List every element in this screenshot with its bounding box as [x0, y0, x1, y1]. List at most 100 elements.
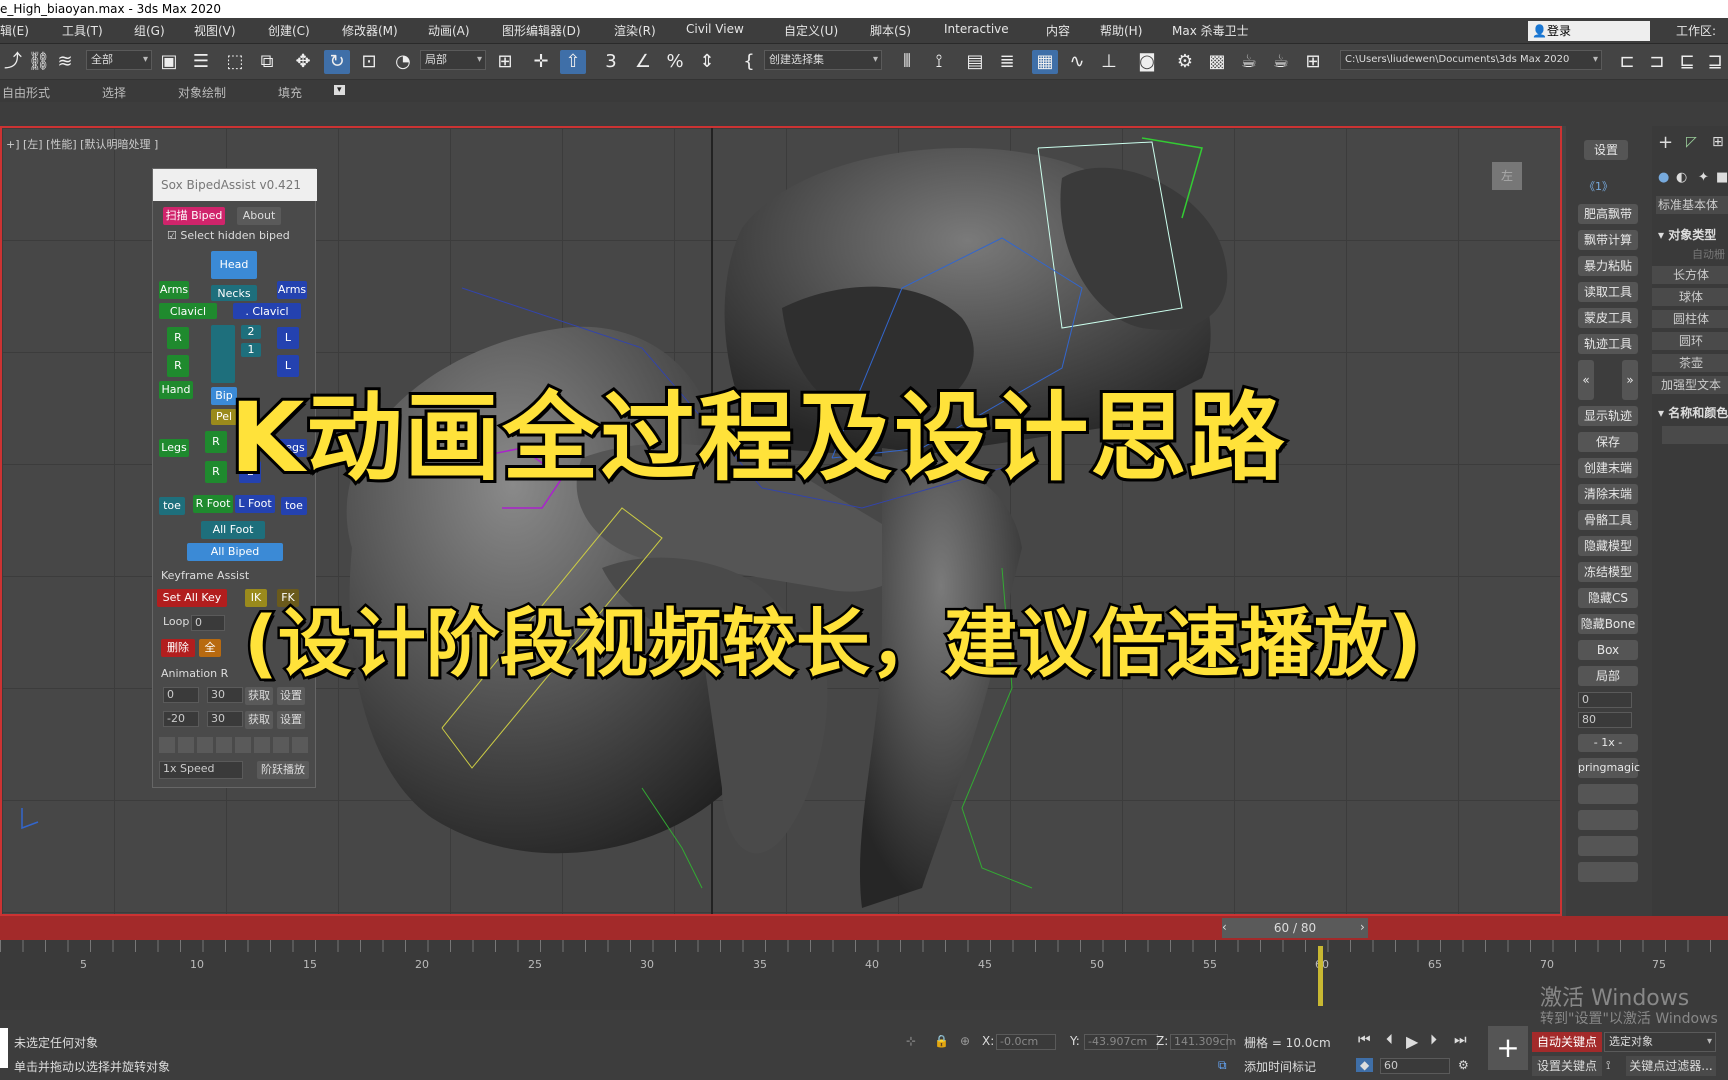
- toe-right-button[interactable]: toe: [159, 497, 185, 515]
- range-start-spinner[interactable]: 0: [163, 687, 199, 703]
- window-crossing-icon[interactable]: ⧉: [254, 50, 280, 74]
- spinner-snap-icon[interactable]: ⇕: [694, 50, 720, 74]
- empty-button-3[interactable]: [1578, 836, 1638, 856]
- auto-key-button[interactable]: 自动关键点: [1532, 1032, 1602, 1052]
- name-color-rollout[interactable]: ▾ 名称和颜色: [1658, 404, 1728, 421]
- auto-grid-checkbox[interactable]: 自动栅: [1692, 246, 1725, 262]
- z-coordinate-field[interactable]: 141.309cm: [1170, 1034, 1236, 1050]
- geometry-icon[interactable]: ●: [1658, 170, 1669, 185]
- undo-link-icon[interactable]: ⤴: [0, 50, 26, 74]
- settings-button[interactable]: 设置: [1584, 140, 1628, 160]
- current-frame-field[interactable]: 60: [1380, 1058, 1450, 1074]
- menu-create[interactable]: 创建(C): [268, 22, 310, 39]
- goto-end-icon[interactable]: ⏭: [1454, 1032, 1467, 1048]
- menu-help[interactable]: 帮助(H): [1100, 22, 1142, 39]
- calf-right-button[interactable]: R: [205, 461, 227, 483]
- rendered-frame-icon[interactable]: ▩: [1204, 50, 1230, 74]
- rotate-icon[interactable]: ↻: [324, 50, 350, 74]
- time-slider-track[interactable]: 60 / 80 ‹ ›: [0, 916, 1728, 940]
- prev-page-button[interactable]: «: [1578, 360, 1594, 400]
- empty-button-4[interactable]: [1578, 862, 1638, 882]
- y-coordinate-field[interactable]: -43.907cm: [1084, 1034, 1158, 1050]
- menu-civil-view[interactable]: Civil View: [686, 22, 744, 36]
- all-foot-button[interactable]: All Foot: [201, 521, 265, 539]
- ribbon-tab-selection[interactable]: 选择: [102, 84, 126, 101]
- absolute-mode-icon[interactable]: ⊕: [960, 1034, 970, 1048]
- delete-button[interactable]: 删除: [161, 639, 195, 657]
- workspace-icon-2[interactable]: ⊐: [1644, 50, 1670, 74]
- keyboard-shortcut-icon[interactable]: ⇧: [560, 50, 586, 74]
- dope-sheet-icon[interactable]: ⊥: [1096, 50, 1122, 74]
- tool-button-1[interactable]: 肥高飘带: [1578, 204, 1638, 224]
- named-selection-dropdown[interactable]: 创建选择集: [764, 50, 882, 70]
- prev-frame-icon[interactable]: ‹: [1222, 920, 1227, 934]
- time-tag-icon[interactable]: ⧉: [1218, 1058, 1227, 1073]
- loop-spinner[interactable]: 0: [191, 615, 225, 631]
- percent-snap-icon[interactable]: %: [662, 50, 688, 74]
- end-frame-spinner[interactable]: 80: [1578, 712, 1632, 728]
- speed-dropdown[interactable]: 1x Speed: [159, 761, 243, 779]
- workspace-icon-4[interactable]: ⊒: [1702, 50, 1728, 74]
- menu-group[interactable]: 组(G): [134, 22, 165, 39]
- hide-bone-button[interactable]: 隐藏Bone: [1578, 614, 1638, 634]
- set-key-button[interactable]: 设置关键点: [1532, 1056, 1602, 1076]
- all-delete-button[interactable]: 全: [199, 639, 221, 657]
- arms-left-button[interactable]: Arms: [159, 281, 189, 299]
- menu-antivirus[interactable]: Max 杀毒卫士: [1172, 22, 1249, 39]
- menu-content[interactable]: 内容: [1046, 22, 1070, 39]
- move-icon[interactable]: ✥: [290, 50, 316, 74]
- hide-model-button[interactable]: 隐藏模型: [1578, 536, 1638, 556]
- create-tab-icon[interactable]: +: [1658, 132, 1673, 153]
- clear-end-button[interactable]: 清除末端: [1578, 484, 1638, 504]
- get-range2-button[interactable]: 获取: [245, 711, 273, 729]
- isolate-icon[interactable]: ⊹: [906, 1034, 916, 1048]
- viewport-label[interactable]: +] [左] [性能] [默认明暗处理 ]: [6, 136, 158, 152]
- workspace-icon-3[interactable]: ⊑: [1674, 50, 1700, 74]
- upperarm-left-button[interactable]: L: [277, 327, 299, 349]
- render-setup-icon[interactable]: ⚙: [1172, 50, 1198, 74]
- mirror-icon[interactable]: ⫴: [894, 50, 920, 74]
- start-frame-spinner[interactable]: 0: [1578, 692, 1632, 708]
- object-name-field[interactable]: [1662, 426, 1728, 444]
- place-icon[interactable]: ◔: [390, 50, 416, 74]
- ribbon-tab-object-paint[interactable]: 对象绘制: [178, 84, 226, 101]
- render-iterative-icon[interactable]: ☕: [1268, 50, 1294, 74]
- primitive-category-dropdown[interactable]: 标准基本体: [1656, 196, 1728, 214]
- toe-left-button[interactable]: toe: [281, 497, 307, 515]
- freeze-model-button[interactable]: 冻结模型: [1578, 562, 1638, 582]
- object-type-rollout[interactable]: ▾ 对象类型: [1658, 226, 1716, 243]
- render-teapot-icon[interactable]: ☕: [1236, 50, 1262, 74]
- time-config-icon[interactable]: ⚙: [1458, 1058, 1469, 1072]
- clavicle-right-button[interactable]: Clavicl: [159, 303, 217, 319]
- menu-modifiers[interactable]: 修改器(M): [342, 22, 398, 39]
- thigh-right-button[interactable]: R: [205, 431, 227, 453]
- tool-button-3[interactable]: 暴力粘贴: [1578, 256, 1638, 276]
- unlink-icon[interactable]: ⛓: [26, 50, 52, 74]
- edit-named-sets-icon[interactable]: {: [736, 50, 762, 74]
- scene-explorer-icon[interactable]: ▤: [962, 50, 988, 74]
- upperarm-right-button[interactable]: R: [167, 327, 189, 349]
- all-biped-button[interactable]: All Biped: [187, 543, 283, 561]
- preset-slots[interactable]: [159, 737, 309, 753]
- key-selection-dropdown[interactable]: 选定对象: [1604, 1032, 1716, 1052]
- key-mode-icon[interactable]: ◆: [1356, 1058, 1374, 1072]
- select-by-name-icon[interactable]: ☰: [188, 50, 214, 74]
- render-grid-icon[interactable]: ⊞: [1300, 50, 1326, 74]
- set-key-big-button[interactable]: +: [1488, 1026, 1528, 1070]
- about-button[interactable]: About: [237, 207, 281, 225]
- workspace-label[interactable]: 工作区:: [1676, 22, 1716, 39]
- key-filter-icon[interactable]: ⟟: [1606, 1058, 1610, 1073]
- head-button[interactable]: Head: [211, 251, 257, 279]
- modify-tab-icon[interactable]: ◸: [1686, 134, 1697, 150]
- select-hidden-checkbox[interactable]: ☑ Select hidden biped: [167, 229, 290, 242]
- bone-tools-button[interactable]: 骨骼工具: [1578, 510, 1638, 530]
- forearm-right-button[interactable]: R: [167, 355, 189, 377]
- project-path-dropdown[interactable]: C:\Users\liudewen\Documents\3ds Max 2020: [1340, 50, 1602, 70]
- create-end-button[interactable]: 创建末端: [1578, 458, 1638, 478]
- legs-right-button[interactable]: Legs: [159, 439, 189, 457]
- menu-edit[interactable]: 辑(E): [0, 22, 29, 39]
- hierarchy-tab-icon[interactable]: ⊞: [1712, 134, 1724, 150]
- menu-rendering[interactable]: 渲染(R): [614, 22, 656, 39]
- menu-animation[interactable]: 动画(A): [428, 22, 470, 39]
- viewcube[interactable]: 左: [1492, 162, 1522, 190]
